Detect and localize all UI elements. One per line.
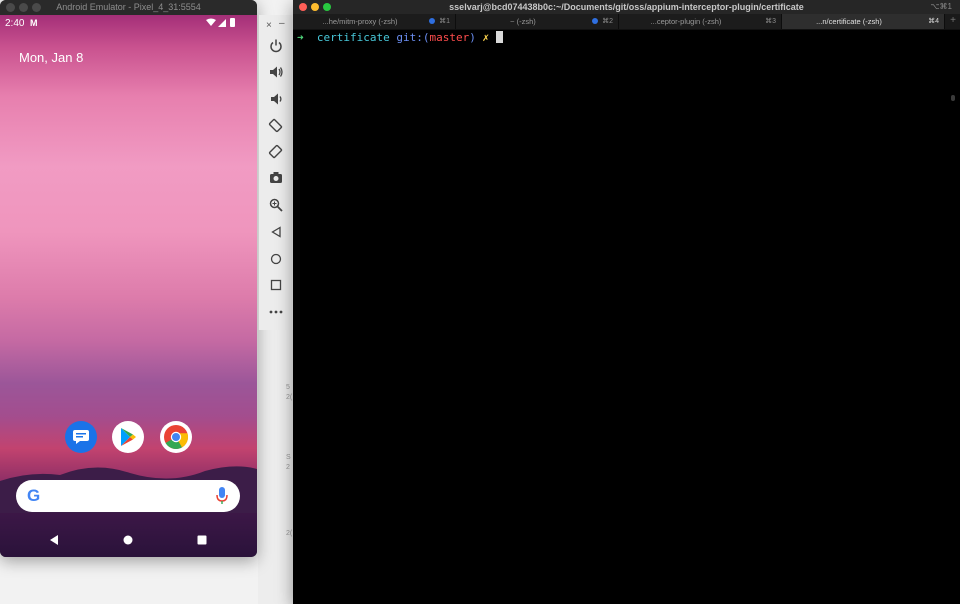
desktop-fragment: 2( xyxy=(286,394,293,401)
tab-bar: ...he/mitm-proxy (-zsh) ⌘1 ~ (-zsh) ⌘2 .… xyxy=(293,14,960,30)
desktop-fragment: 5 xyxy=(286,384,290,391)
new-tab-button[interactable]: + xyxy=(950,15,956,26)
home-icon xyxy=(270,253,281,264)
activity-dot-icon xyxy=(429,18,435,24)
volume-up-icon xyxy=(269,66,283,77)
chrome-app-icon[interactable] xyxy=(160,421,192,453)
emulator-title: Android Emulator - Pixel_4_31:5554 xyxy=(56,2,201,12)
desktop-fragment: 2 xyxy=(286,464,290,471)
messages-icon xyxy=(73,430,89,444)
terminal-title: sselvarj@bcd074438b0c:~/Documents/git/os… xyxy=(449,2,804,12)
power-button[interactable] xyxy=(267,37,284,54)
volume-down-icon xyxy=(270,93,282,104)
prompt-directory: certificate xyxy=(316,31,390,44)
tab-shortcut: ⌘1 xyxy=(439,18,450,25)
tab-mitm-proxy[interactable]: ...he/mitm-proxy (-zsh) ⌘1 xyxy=(293,14,456,29)
chrome-icon xyxy=(164,425,188,450)
tab-home[interactable]: ~ (-zsh) ⌘2 xyxy=(456,14,619,29)
tab-label: ...ceptor-plugin (-zsh) xyxy=(650,17,722,26)
power-icon xyxy=(269,39,282,52)
phone-screen[interactable]: 2:40 M Mon, Jan 8 G xyxy=(0,15,257,557)
google-logo: G xyxy=(27,486,41,505)
prompt-dirty-marker: ✗ xyxy=(482,31,490,44)
prompt-arrow: ➜ xyxy=(297,31,304,44)
google-search-bar[interactable]: G xyxy=(16,480,240,512)
emulator-titlebar: Android Emulator - Pixel_4_31:5554 xyxy=(0,0,257,16)
toolbar-close-button[interactable]: × xyxy=(266,20,272,31)
terminal-titlebar: sselvarj@bcd074438b0c:~/Documents/git/os… xyxy=(293,0,960,14)
tab-label: ...he/mitm-proxy (-zsh) xyxy=(322,17,398,26)
terminal-output[interactable]: ➜ certificate git:(master) ✗ xyxy=(297,31,503,45)
toolbar-overview-button[interactable] xyxy=(267,276,284,293)
tab-label: ~ (-zsh) xyxy=(510,17,536,26)
status-bar: 2:40 M xyxy=(0,15,257,35)
desktop-background: 5 2( S 2 2( xyxy=(258,330,294,604)
rotate-left-icon xyxy=(268,118,283,133)
text-cursor xyxy=(495,31,503,43)
navigation-bar xyxy=(0,527,257,557)
tab-certificate[interactable]: ...n/certificate (-zsh) ⌘4 xyxy=(782,14,945,29)
overview-icon xyxy=(270,279,281,290)
prompt-git-prefix: git:( xyxy=(396,31,430,44)
zoom-icon xyxy=(269,198,283,212)
scrollbar[interactable] xyxy=(951,95,955,101)
emulator-toolbar: × – xyxy=(258,15,292,330)
home-icon[interactable] xyxy=(122,534,134,546)
status-time: 2:40 xyxy=(5,18,25,29)
screenshot-button[interactable] xyxy=(267,169,284,186)
gmail-notification-icon: M xyxy=(30,18,38,28)
back-icon xyxy=(270,225,281,238)
prompt-git-suffix: ) xyxy=(469,31,476,44)
tab-shortcut: ⌘3 xyxy=(765,18,776,25)
volume-down-button[interactable] xyxy=(267,90,284,107)
recents-icon[interactable] xyxy=(196,534,208,546)
activity-dot-icon xyxy=(592,18,598,24)
rotate-right-icon xyxy=(268,144,283,159)
toolbar-back-button[interactable] xyxy=(267,223,284,240)
desktop-fragment: 2( xyxy=(286,530,293,537)
tab-shortcut: ⌘4 xyxy=(928,18,939,25)
rotate-right-button[interactable] xyxy=(267,143,284,160)
terminal-window: sselvarj@bcd074438b0c:~/Documents/git/os… xyxy=(293,0,960,604)
more-icon xyxy=(269,310,282,313)
tab-interceptor-plugin[interactable]: ...ceptor-plugin (-zsh) ⌘3 xyxy=(619,14,782,29)
status-icons xyxy=(205,17,239,31)
play-store-app-icon[interactable] xyxy=(112,421,144,453)
zoom-button[interactable] xyxy=(267,196,284,213)
mic-icon[interactable] xyxy=(216,487,228,505)
toolbar-home-button[interactable] xyxy=(267,250,284,267)
tab-shortcut: ⌘2 xyxy=(602,18,613,25)
emulator-window: Android Emulator - Pixel_4_31:5554 2:40 … xyxy=(0,0,257,557)
messages-app-icon[interactable] xyxy=(65,421,97,453)
toolbar-minimize-button[interactable]: – xyxy=(279,18,285,29)
desktop-fragment: S xyxy=(286,454,291,461)
volume-up-button[interactable] xyxy=(267,63,284,80)
window-shortcut: ⌥⌘1 xyxy=(930,2,952,11)
rotate-left-button[interactable] xyxy=(267,117,284,134)
tab-label: ...n/certificate (-zsh) xyxy=(816,17,882,26)
back-icon[interactable] xyxy=(48,534,60,546)
date-widget[interactable]: Mon, Jan 8 xyxy=(19,50,83,65)
prompt-branch: master xyxy=(429,31,470,44)
camera-icon xyxy=(269,172,282,183)
play-store-icon xyxy=(121,428,136,446)
more-options-button[interactable] xyxy=(267,303,284,320)
